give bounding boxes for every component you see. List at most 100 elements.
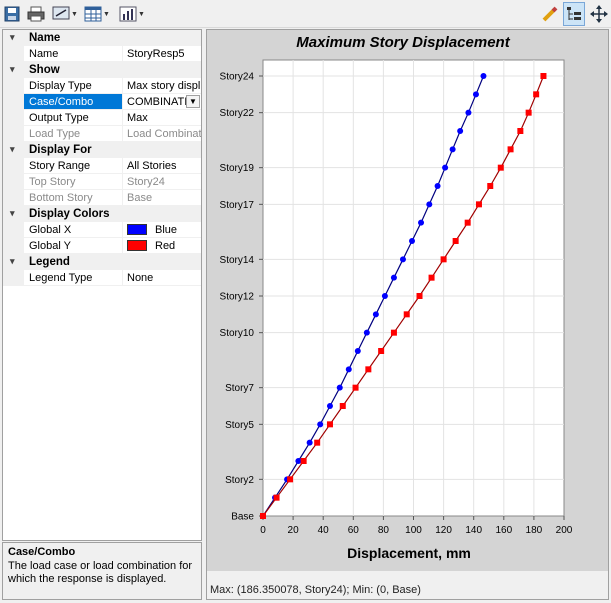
move-button[interactable] (590, 4, 608, 24)
data-point (472, 91, 479, 98)
property-row-legend-type[interactable]: Legend Type None (3, 270, 201, 286)
data-point (457, 128, 464, 134)
property-label: Load Type (24, 126, 123, 142)
toolbar: ▼ ▼ ▼ (0, 0, 611, 28)
collapse-icon[interactable]: ▾ (10, 64, 20, 74)
collapse-icon[interactable]: ▾ (10, 256, 20, 266)
property-row-story-range[interactable]: Story Range All Stories (3, 158, 201, 174)
global-x-color-field[interactable]: Blue (123, 222, 201, 238)
data-point (428, 274, 435, 281)
property-row-display-type[interactable]: Display Type Max story displ (3, 78, 201, 94)
data-point (381, 293, 388, 299)
data-point (326, 421, 333, 428)
global-y-color-name: Red (155, 240, 176, 252)
property-label: Display Type (24, 78, 123, 94)
data-point (507, 146, 514, 153)
x-tick-label: 60 (348, 525, 360, 536)
data-point (464, 219, 471, 226)
status-bar: Max: (186.350078, Story24); Min: (0, Bas… (207, 571, 608, 599)
chevron-down-icon: ▼ (103, 10, 110, 18)
property-row-name[interactable]: Name StoryResp5 (3, 46, 201, 62)
data-point (480, 73, 487, 79)
property-label: Case/Combo (24, 94, 123, 110)
y-tick-label: Story12 (220, 292, 255, 303)
edit-button[interactable] (541, 4, 559, 24)
category-display-for[interactable]: ▾ Display For (3, 142, 201, 158)
y-tick-label: Story24 (220, 72, 255, 83)
data-point (372, 311, 379, 318)
property-row-case-combo[interactable]: Case/Combo COMBINATI ▼ (3, 94, 201, 110)
data-point (452, 238, 459, 244)
data-point (408, 238, 415, 244)
chevron-down-icon[interactable]: ▼ (186, 95, 200, 108)
name-field[interactable]: StoryResp5 (123, 46, 201, 62)
data-point (487, 183, 494, 189)
save-button[interactable] (4, 4, 20, 24)
property-label: Name (24, 46, 123, 62)
table-button[interactable]: ▼ (84, 4, 110, 24)
category-show[interactable]: ▾ Show (3, 62, 201, 78)
data-point (354, 348, 361, 354)
x-tick-label: 120 (435, 525, 452, 536)
chevron-down-icon: ▼ (71, 10, 78, 18)
chart-panel: Maximum Story Displacement 0 20 40 60 80 100 1… (206, 29, 609, 600)
legend-type-field[interactable]: None (123, 270, 201, 286)
property-row-global-x[interactable]: Global X Blue (3, 222, 201, 238)
display-type-field[interactable]: Max story displ (123, 78, 201, 94)
x-tick-label: 140 (465, 525, 482, 536)
property-label: Legend Type (24, 270, 123, 286)
data-point (352, 384, 359, 391)
chevron-down-icon: ▼ (138, 10, 145, 18)
collapse-icon[interactable]: ▾ (10, 32, 20, 42)
y-tick-label: Base (231, 512, 254, 523)
color-swatch (127, 240, 147, 251)
property-grid: ▾ Name Name StoryResp5 ▾ Show Display Ty… (2, 29, 202, 541)
story-range-field[interactable]: All Stories (123, 158, 201, 174)
color-swatch (127, 224, 147, 235)
output-type-field[interactable]: Max (123, 110, 201, 126)
data-point (440, 256, 447, 263)
data-point (525, 109, 532, 116)
data-point (336, 384, 343, 391)
data-point (442, 164, 449, 171)
data-point (326, 403, 333, 409)
property-row-bottom-story: Bottom Story Base (3, 190, 201, 206)
category-legend[interactable]: ▾ Legend (3, 254, 201, 270)
property-label: Story Range (24, 158, 123, 174)
global-y-color-field[interactable]: Red (123, 238, 201, 254)
category-label: Display Colors (29, 208, 110, 220)
x-tick-label: 40 (318, 525, 330, 536)
y-axis-ticks: Base Story2 Story5 Story7 Story10 Story12 Stor… (220, 72, 263, 523)
category-label: Legend (29, 256, 70, 268)
category-display-colors[interactable]: ▾ Display Colors (3, 206, 201, 222)
collapse-icon[interactable]: ▾ (10, 208, 20, 218)
displacement-chart[interactable]: Maximum Story Displacement 0 20 40 60 80 100 1… (207, 30, 608, 571)
data-point (306, 439, 313, 446)
tree-view-button[interactable] (563, 2, 585, 26)
data-point (365, 366, 372, 373)
data-point (416, 293, 423, 299)
print-button[interactable] (27, 4, 45, 24)
display-options-button[interactable]: ▼ (52, 4, 78, 24)
property-row-output-type[interactable]: Output Type Max (3, 110, 201, 126)
load-type-field: Load Combinatio (123, 126, 201, 142)
pencil-icon (542, 6, 558, 22)
property-label: Bottom Story (24, 190, 123, 206)
data-point (434, 183, 441, 189)
data-point (449, 146, 456, 153)
data-point (273, 494, 280, 501)
property-label: Global X (24, 222, 123, 238)
collapse-icon[interactable]: ▾ (10, 144, 20, 154)
case-combo-select[interactable]: COMBINATI ▼ (123, 94, 201, 110)
chart-icon (119, 6, 137, 22)
status-text: Max: (186.350078, Story24); Min: (0, Bas… (210, 584, 421, 596)
display-options-icon (52, 6, 70, 20)
y-tick-label: Story14 (220, 255, 255, 266)
chart-button[interactable]: ▼ (119, 4, 145, 24)
x-tick-label: 80 (378, 525, 390, 536)
x-tick-label: 180 (526, 525, 543, 536)
x-tick-label: 100 (405, 525, 422, 536)
category-name[interactable]: ▾ Name (3, 30, 201, 46)
property-row-global-y[interactable]: Global Y Red (3, 238, 201, 254)
table-icon (84, 6, 102, 22)
